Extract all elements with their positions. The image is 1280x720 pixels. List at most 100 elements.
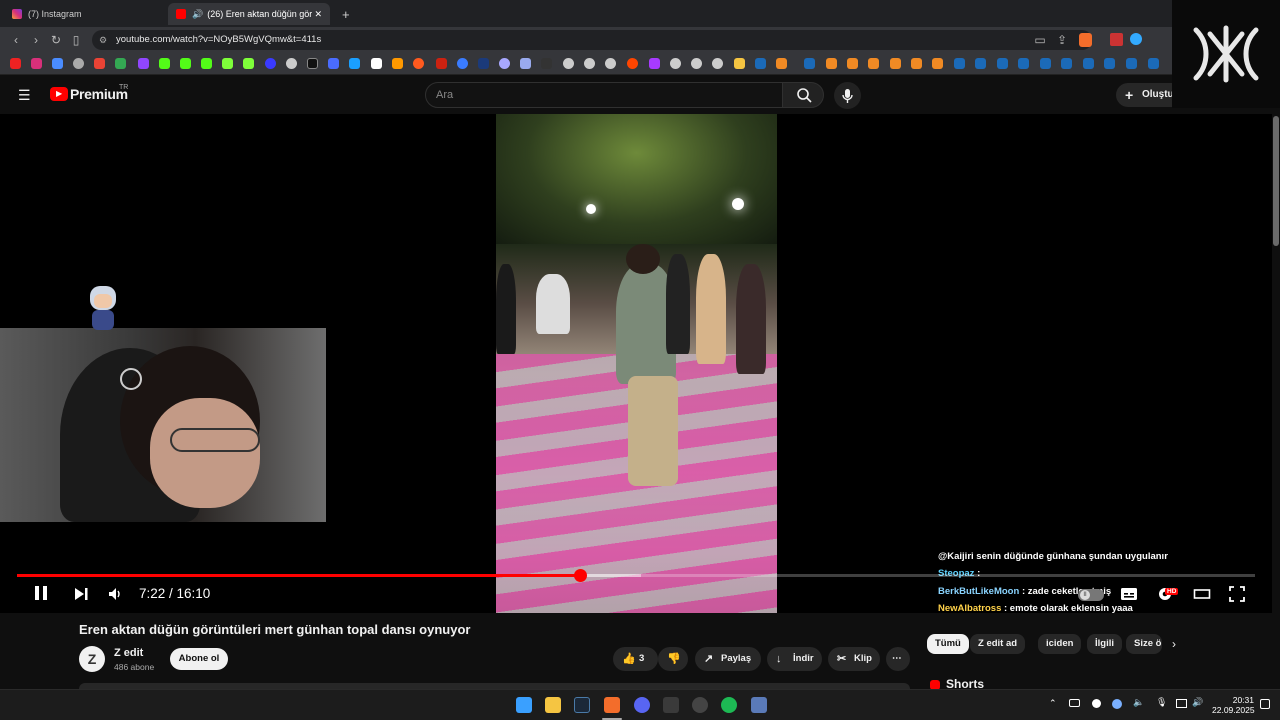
- chip-related[interactable]: İlgili: [1087, 634, 1122, 654]
- bookmark-reddit-icon[interactable]: [627, 58, 638, 69]
- reload-icon[interactable]: ↻: [48, 32, 64, 48]
- bookmark-steam-icon[interactable]: [1040, 58, 1051, 69]
- bookmark-steam-icon[interactable]: [997, 58, 1008, 69]
- discord-icon[interactable]: [634, 697, 650, 713]
- bookmark-icon[interactable]: [776, 58, 787, 69]
- bookmark-steam-icon[interactable]: [755, 58, 766, 69]
- channel-avatar[interactable]: Z: [79, 646, 105, 672]
- back-icon[interactable]: ‹: [8, 32, 24, 48]
- bookmark-youtube-icon[interactable]: [10, 58, 21, 69]
- bookmark-icon[interactable]: [478, 58, 489, 69]
- bookmark-steam-icon[interactable]: [1148, 58, 1159, 69]
- bookmark-steam-icon[interactable]: [975, 58, 986, 69]
- bookmark-icon[interactable]: [265, 58, 276, 69]
- bookmark-icon[interactable]: [890, 58, 901, 69]
- theater-mode-button[interactable]: [1193, 587, 1211, 601]
- bookmark-icon[interactable]: [73, 58, 84, 69]
- steam-icon[interactable]: [574, 697, 590, 713]
- spotify-icon[interactable]: [721, 697, 737, 713]
- chip-related-channel[interactable]: iciden: [1038, 634, 1082, 654]
- chevron-up-icon[interactable]: ⌃: [1049, 698, 1057, 709]
- app-icon[interactable]: [692, 697, 708, 713]
- search-input[interactable]: Ara: [425, 82, 783, 108]
- close-tab-icon[interactable]: ✕: [314, 9, 322, 20]
- bookmark-kick-icon[interactable]: [201, 58, 212, 69]
- pause-button[interactable]: [32, 584, 50, 602]
- bookmark-icon[interactable]: [826, 58, 837, 69]
- tray-icon[interactable]: [1069, 699, 1080, 707]
- bookmark-icon[interactable]: [371, 58, 382, 69]
- bookmark-x-icon[interactable]: [307, 58, 318, 69]
- bookmark-icon[interactable]: [457, 58, 468, 69]
- share-button[interactable]: ↗ Paylaş: [695, 647, 761, 671]
- bookmark-icon[interactable]: [649, 58, 660, 69]
- bookmark-icon[interactable]: [499, 58, 510, 69]
- bookmark-icon[interactable]: [328, 58, 339, 69]
- bookmark-steam-icon[interactable]: [954, 58, 965, 69]
- voice-search-button[interactable]: [834, 82, 861, 109]
- speaker-icon[interactable]: 🔈: [1133, 697, 1144, 708]
- cast-icon[interactable]: ▭: [1032, 32, 1048, 48]
- bookmark-twitch-icon[interactable]: [138, 58, 149, 69]
- new-tab-button[interactable]: +: [334, 3, 358, 25]
- tab-instagram[interactable]: (7) Instagram: [4, 3, 170, 25]
- folder-icon[interactable]: [734, 58, 745, 69]
- bookmark-steam-icon[interactable]: [804, 58, 815, 69]
- bookmark-icon[interactable]: [436, 58, 447, 69]
- bookmark-icon[interactable]: [605, 58, 616, 69]
- system-clock[interactable]: 20:31 22.09.2025: [1212, 695, 1255, 715]
- volume-icon[interactable]: 🔊: [1192, 697, 1203, 708]
- bookmark-kick-icon[interactable]: [159, 58, 170, 69]
- bookmark-icon[interactable]: [541, 58, 552, 69]
- share-icon[interactable]: ⇪: [1054, 32, 1070, 48]
- extension-icon[interactable]: [1110, 33, 1123, 46]
- bookmark-drive-icon[interactable]: [115, 58, 126, 69]
- clip-button[interactable]: ✂ Klip: [828, 647, 880, 671]
- download-button[interactable]: ↓ İndir: [767, 647, 822, 671]
- site-info-icon[interactable]: ⚙: [99, 30, 107, 50]
- bookmark-steam-icon[interactable]: [1104, 58, 1115, 69]
- fullscreen-button[interactable]: [1229, 586, 1245, 602]
- network-icon[interactable]: [1176, 699, 1187, 708]
- next-button[interactable]: [73, 586, 89, 602]
- bookmark-steam-icon[interactable]: [1083, 58, 1094, 69]
- bookmark-icon[interactable]: [932, 58, 943, 69]
- brave-icon[interactable]: [604, 697, 620, 713]
- bookmark-icon[interactable]: [349, 58, 360, 69]
- bookmark-icon[interactable]: [413, 58, 424, 69]
- scrollbar-thumb[interactable]: [1273, 116, 1279, 246]
- bookmark-icon[interactable]: [691, 58, 702, 69]
- more-actions-button[interactable]: ⋯: [886, 647, 910, 671]
- bookmark-icon[interactable]: [911, 58, 922, 69]
- volume-button[interactable]: [107, 586, 123, 602]
- bookmark-kick-icon[interactable]: [180, 58, 191, 69]
- chip-channel[interactable]: Z edit ad: [970, 634, 1026, 654]
- bookmark-icon[interactable]: [847, 58, 858, 69]
- bookmark-icon[interactable]: [286, 58, 297, 69]
- chevron-right-icon[interactable]: ›: [1172, 637, 1176, 651]
- brave-shield-icon[interactable]: [1079, 33, 1092, 47]
- tray-steam-icon[interactable]: [1112, 699, 1122, 709]
- bookmark-icon[interactable]: ▯: [68, 32, 84, 48]
- video-frame[interactable]: [496, 114, 777, 613]
- url-field[interactable]: ⚙ youtube.com/watch?v=NOyB5WgVQmw&t=411s: [92, 30, 1092, 50]
- autoplay-toggle[interactable]: II: [1078, 589, 1104, 601]
- bookmark-icon[interactable]: [563, 58, 574, 69]
- bookmark-icon[interactable]: [222, 58, 233, 69]
- notification-icon[interactable]: [1260, 699, 1270, 709]
- bookmark-amazon-icon[interactable]: [392, 58, 403, 69]
- app-icon[interactable]: [663, 697, 679, 713]
- forward-icon[interactable]: ›: [28, 32, 44, 48]
- video-player[interactable]: @Kaijiri senin düğünde günhana şundan uy…: [0, 114, 1272, 613]
- progress-bar[interactable]: [17, 569, 1255, 582]
- subtitles-button[interactable]: [1120, 586, 1138, 602]
- bookmark-instagram-icon[interactable]: [31, 58, 42, 69]
- bookmark-icon[interactable]: [670, 58, 681, 69]
- subscribe-button[interactable]: Abone ol: [170, 648, 228, 670]
- microphone-icon[interactable]: 🎙: [1156, 697, 1167, 708]
- bookmark-icon[interactable]: [712, 58, 723, 69]
- bookmark-icon[interactable]: [520, 58, 531, 69]
- bookmark-icon[interactable]: [52, 58, 63, 69]
- start-icon[interactable]: [516, 697, 532, 713]
- bookmark-steam-icon[interactable]: [1061, 58, 1072, 69]
